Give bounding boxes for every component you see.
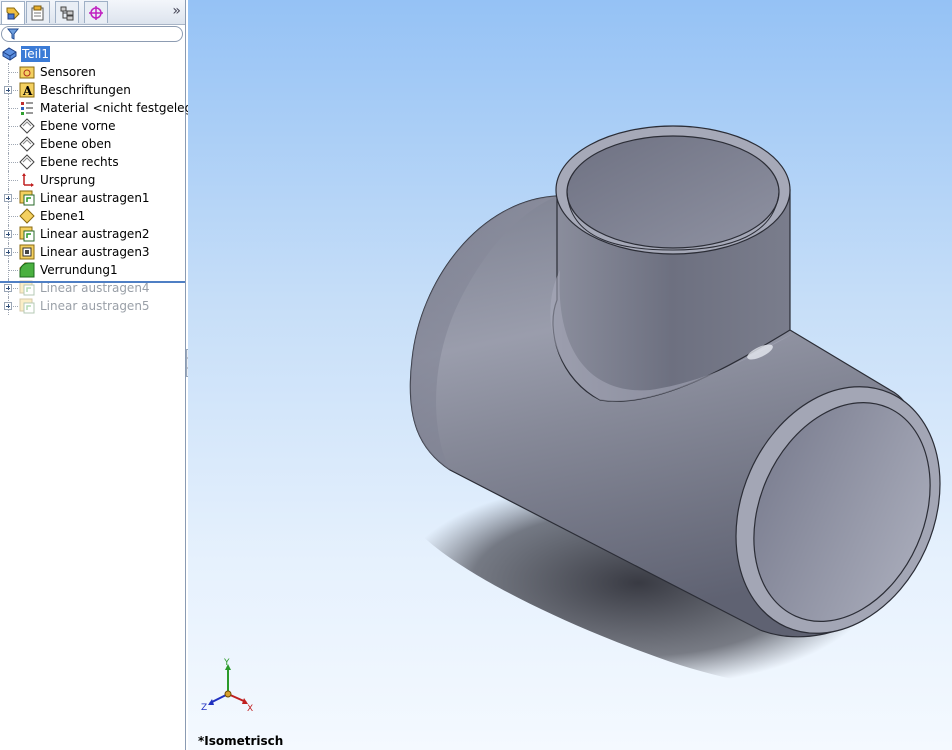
tree-item-label: Material <nicht festgelegt>: [40, 101, 207, 115]
graphics-area[interactable]: Y X Z *Isometrisch: [188, 0, 952, 750]
reference-plane-icon: [19, 208, 35, 224]
tree-item-label: Ursprung: [40, 173, 96, 187]
tree-item[interactable]: Verrundung1: [0, 261, 185, 279]
tree-connector: [9, 180, 18, 181]
tree-connector: [9, 270, 18, 271]
configuration-manager-tab[interactable]: [55, 1, 79, 23]
triad-x-label: X: [247, 704, 253, 714]
tree-item-label: Linear austragen5: [40, 299, 150, 313]
tree-item-label: Ebene oben: [40, 137, 112, 151]
feature-manager-panel: » Teil1 Sensoren A Beschriftungen Material …: [0, 0, 207, 750]
tree-item[interactable]: Ursprung: [0, 171, 185, 189]
feature-tree-filter[interactable]: [1, 26, 183, 42]
tree-connector: [9, 72, 18, 73]
tree-item-label: Ebene1: [40, 209, 86, 223]
tree-item[interactable]: A Beschriftungen: [0, 81, 185, 99]
tree-connector: [9, 144, 18, 145]
configuration-icon: [60, 6, 74, 20]
feature-manager-tab[interactable]: [1, 1, 25, 24]
property-manager-tab[interactable]: [26, 1, 50, 23]
orientation-triad: Y X Z: [200, 656, 260, 719]
tree-item-label: Ebene rechts: [40, 155, 119, 169]
tree-item[interactable]: Linear austragen5: [0, 297, 185, 315]
tree-item-label: Verrundung1: [40, 263, 118, 277]
expand-panel-button[interactable]: »: [172, 3, 181, 19]
extrude-icon: [19, 298, 35, 314]
tree-item[interactable]: Linear austragen2: [0, 225, 185, 243]
tree-connector: [9, 162, 18, 163]
rollback-bar[interactable]: [0, 281, 185, 283]
tree-item[interactable]: Linear austragen3: [0, 243, 185, 261]
expand-toggle[interactable]: [4, 302, 12, 310]
triad-y-label: Y: [223, 658, 230, 668]
dimxpert-manager-tab[interactable]: [84, 1, 108, 23]
part-icon: [2, 47, 17, 61]
tee-pipe-model[interactable]: [188, 0, 952, 750]
tree-item-label: Linear austragen3: [40, 245, 150, 259]
view-orientation-label: *Isometrisch: [198, 734, 284, 748]
expand-toggle[interactable]: [4, 86, 12, 94]
tree-root-label: Teil1: [21, 46, 50, 62]
feature-tree-icon: [6, 7, 20, 20]
filter-icon: [7, 28, 19, 40]
tree-item-label: Linear austragen2: [40, 227, 150, 241]
tree-connector: [9, 126, 18, 127]
tree-item-label: Ebene vorne: [40, 119, 116, 133]
tree-item-label: Linear austragen1: [40, 191, 150, 205]
expand-toggle[interactable]: [4, 230, 12, 238]
material-icon: [21, 102, 33, 115]
fillet-icon: [19, 262, 35, 278]
plane-icon: [19, 154, 35, 170]
sensor-folder-icon: [19, 66, 35, 79]
dimxpert-icon: [89, 5, 103, 20]
plane-icon: [19, 136, 35, 152]
tree-item[interactable]: Ebene vorne: [0, 117, 185, 135]
expand-toggle[interactable]: [4, 284, 12, 292]
extrude-icon: [19, 190, 35, 206]
expand-toggle[interactable]: [4, 248, 12, 256]
plane-icon: [19, 118, 35, 134]
annotations-icon: A: [19, 82, 35, 98]
tree-item-label: Sensoren: [40, 65, 96, 79]
tree-item[interactable]: Ebene oben: [0, 135, 185, 153]
tree-item-label: Beschriftungen: [40, 83, 131, 97]
tree-item[interactable]: Ebene1: [0, 207, 185, 225]
property-icon: [31, 5, 44, 20]
svg-text:A: A: [22, 84, 33, 98]
tree-connector: [9, 108, 18, 109]
manager-tabs: »: [0, 0, 185, 25]
tree-item[interactable]: Sensoren: [0, 63, 185, 81]
tree-root-part[interactable]: Teil1: [0, 45, 185, 63]
triad-z-label: Z: [201, 703, 207, 713]
tree-connector: [9, 216, 18, 217]
extrude-icon: [19, 226, 35, 242]
origin-icon: [22, 173, 34, 187]
tree-item[interactable]: Linear austragen1: [0, 189, 185, 207]
expand-toggle[interactable]: [4, 194, 12, 202]
tree-item[interactable]: Material <nicht festgelegt>: [0, 99, 207, 117]
tree-item[interactable]: Ebene rechts: [0, 153, 185, 171]
extrude-cut-icon: [19, 244, 35, 260]
